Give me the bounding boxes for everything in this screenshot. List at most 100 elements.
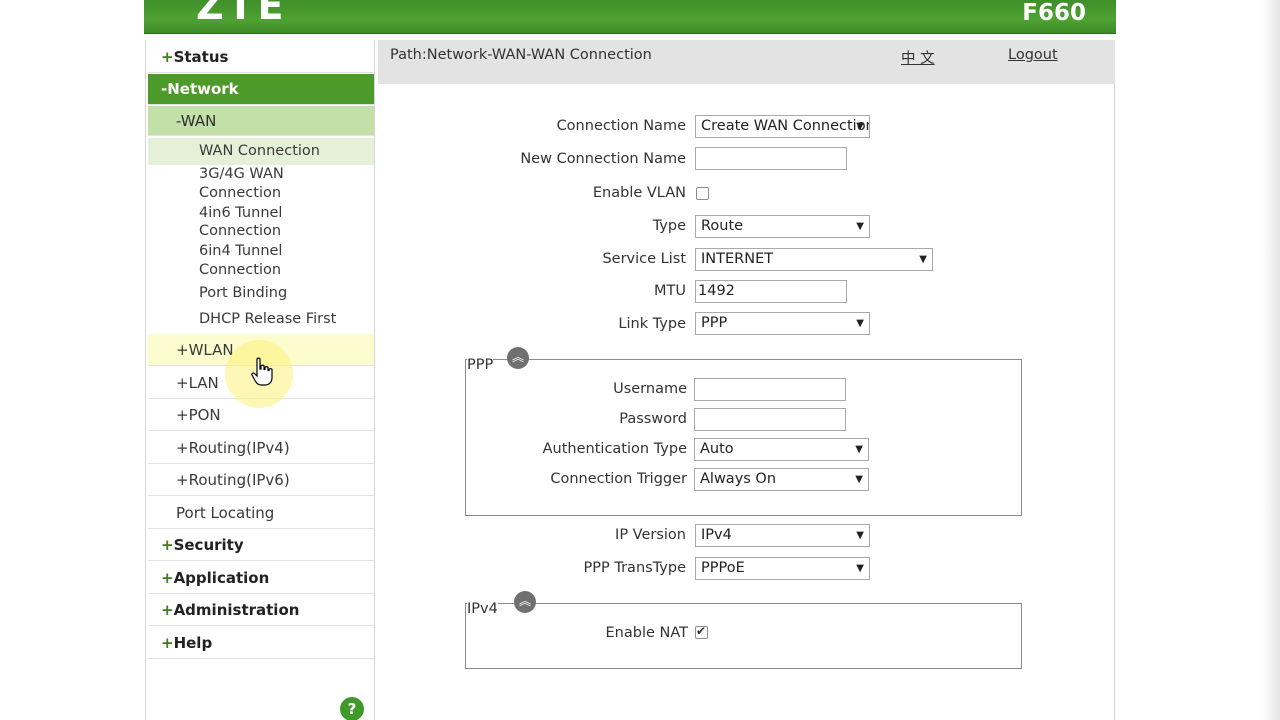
enable-vlan-checkbox[interactable] xyxy=(696,187,709,200)
ipv4-fieldset xyxy=(465,603,1022,669)
connection-name-select[interactable]: Create WAN Connection ▼ xyxy=(695,115,870,138)
main-right-border xyxy=(1114,84,1115,720)
username-label: Username xyxy=(613,381,687,397)
triangle-down-icon: ▼ xyxy=(856,563,864,574)
type-label: Type xyxy=(652,218,686,234)
expand-plus-icon: + xyxy=(161,535,174,554)
triangle-down-icon: ▼ xyxy=(856,121,864,132)
link-type-select[interactable]: PPP ▼ xyxy=(695,312,870,335)
triangle-down-icon: ▼ xyxy=(919,254,927,265)
expand-plus-icon: + xyxy=(176,438,189,457)
sidebar-item-label: Status xyxy=(173,48,229,66)
language-link[interactable]: 中 文 xyxy=(901,47,935,68)
ppp-transtype-label: PPP TransType xyxy=(583,560,686,576)
expand-plus-icon: + xyxy=(161,48,174,66)
triangle-down-icon: ▼ xyxy=(855,444,863,455)
expand-plus-icon: + xyxy=(161,633,174,652)
new-connection-name-label: New Connection Name xyxy=(520,151,686,167)
ipv4-legend: IPv4 xyxy=(467,601,498,617)
sidebar-item-wan-connection[interactable]: WAN Connection xyxy=(148,138,374,165)
sidebar-item-wan[interactable]: -WAN xyxy=(148,106,374,136)
sidebar-item-routing-ipv6[interactable]: + Routing(IPv6) xyxy=(148,464,374,496)
ppp-legend: PPP xyxy=(467,357,494,373)
sidebar-item-4in6-tunnel[interactable]: 4in6 Tunnel xyxy=(148,204,374,223)
double-chevron-up-icon[interactable]: ︽ xyxy=(514,591,536,613)
sidebar-item-status[interactable]: + Status xyxy=(148,42,374,73)
sidebar-item-routing-ipv4[interactable]: + Routing(IPv4) xyxy=(148,432,374,464)
sidebar-item-label: -WAN xyxy=(176,111,217,130)
connection-name-value: Create WAN Connection xyxy=(701,118,870,134)
expand-plus-icon: + xyxy=(176,340,189,359)
header-banner: ZTE F660 xyxy=(144,0,1116,34)
sidebar-item-4in6-tunnel-line2[interactable]: Connection xyxy=(148,222,374,241)
ip-version-select[interactable]: IPv4 ▼ xyxy=(695,524,870,547)
expand-plus-icon: + xyxy=(161,568,174,587)
new-connection-name-input[interactable] xyxy=(695,147,847,170)
triangle-down-icon: ▼ xyxy=(856,530,864,541)
sidebar-item-label: WLAN xyxy=(188,340,234,359)
conn-trigger-value: Always On xyxy=(700,471,777,487)
sidebar-item-administration[interactable]: + Administration xyxy=(148,594,374,626)
sidebar-item-label: Routing(IPv4) xyxy=(188,438,290,457)
sidebar-item-label: Routing(IPv6) xyxy=(188,470,290,489)
sidebar-item-label: Administration xyxy=(173,600,300,619)
zte-logo: ZTE xyxy=(196,0,288,28)
sidebar-item-port-binding[interactable]: Port Binding xyxy=(148,284,374,303)
sidebar-item-label: LAN xyxy=(188,373,219,392)
auth-type-label: Authentication Type xyxy=(542,441,687,457)
enable-nat-checkbox[interactable] xyxy=(695,624,708,639)
breadcrumb: Path:Network-WAN-WAN Connection xyxy=(390,47,652,63)
triangle-down-icon: ▼ xyxy=(856,318,864,329)
path-bar: Path:Network-WAN-WAN Connection 中 文 Logo… xyxy=(378,40,1115,84)
sidebar-item-3g4g-wan-line2[interactable]: Connection xyxy=(148,184,374,203)
double-chevron-up-icon[interactable]: ︽ xyxy=(507,347,529,369)
model-name: F660 xyxy=(1022,0,1086,26)
sidebar-item-network[interactable]: -Network xyxy=(148,74,374,105)
page-edge xyxy=(1262,0,1280,720)
service-list-value: INTERNET xyxy=(701,251,774,267)
triangle-down-icon: ▼ xyxy=(856,221,864,232)
sidebar-item-label: PON xyxy=(188,405,221,424)
username-input[interactable] xyxy=(694,378,846,401)
mtu-input[interactable]: 1492 xyxy=(695,280,847,303)
conn-trigger-label: Connection Trigger xyxy=(550,471,687,487)
connection-name-label: Connection Name xyxy=(556,118,686,134)
help-icon[interactable]: ? xyxy=(340,697,364,720)
expand-plus-icon: + xyxy=(176,373,189,392)
sidebar-item-label: Security xyxy=(173,535,244,554)
sidebar-item-6in4-tunnel[interactable]: 6in4 Tunnel xyxy=(148,242,374,261)
sidebar-item-label: Application xyxy=(173,568,270,587)
sidebar-item-label: Port Locating xyxy=(176,503,275,522)
expand-plus-icon: + xyxy=(176,470,189,489)
password-label: Password xyxy=(619,411,687,427)
ppp-transtype-select[interactable]: PPPoE ▼ xyxy=(695,557,870,580)
password-input[interactable] xyxy=(694,408,846,431)
sidebar-item-label: Help xyxy=(173,633,213,652)
auth-type-value: Auto xyxy=(700,441,734,457)
sidebar-item-help[interactable]: + Help xyxy=(148,627,374,659)
sidebar-item-port-locating[interactable]: Port Locating xyxy=(148,497,374,529)
enable-nat-label: Enable NAT xyxy=(605,625,689,641)
hand-pointer-icon xyxy=(251,357,273,386)
service-list-label: Service List xyxy=(602,251,686,267)
sidebar-item-label: -Network xyxy=(161,80,239,98)
ppp-transtype-value: PPPoE xyxy=(701,560,745,576)
sidebar-item-3g4g-wan[interactable]: 3G/4G WAN xyxy=(148,165,374,184)
conn-trigger-select[interactable]: Always On ▼ xyxy=(694,468,869,491)
sidebar-item-6in4-tunnel-line2[interactable]: Connection xyxy=(148,261,374,280)
expand-plus-icon: + xyxy=(161,600,174,619)
sidebar-item-application[interactable]: + Application xyxy=(148,562,374,594)
auth-type-select[interactable]: Auto ▼ xyxy=(694,438,869,461)
mtu-label: MTU xyxy=(654,283,686,299)
type-value: Route xyxy=(701,218,744,234)
enable-vlan-label: Enable VLAN xyxy=(592,185,686,201)
link-type-value: PPP xyxy=(701,315,728,331)
sidebar-item-security[interactable]: + Security xyxy=(148,529,374,561)
ip-version-value: IPv4 xyxy=(701,527,732,543)
expand-plus-icon: + xyxy=(176,405,189,424)
service-list-select[interactable]: INTERNET ▼ xyxy=(695,248,933,271)
link-type-label: Link Type xyxy=(618,316,686,332)
sidebar-item-dhcp-release-first[interactable]: DHCP Release First xyxy=(148,310,374,329)
type-select[interactable]: Route ▼ xyxy=(695,215,870,238)
logout-link[interactable]: Logout xyxy=(1008,47,1058,63)
